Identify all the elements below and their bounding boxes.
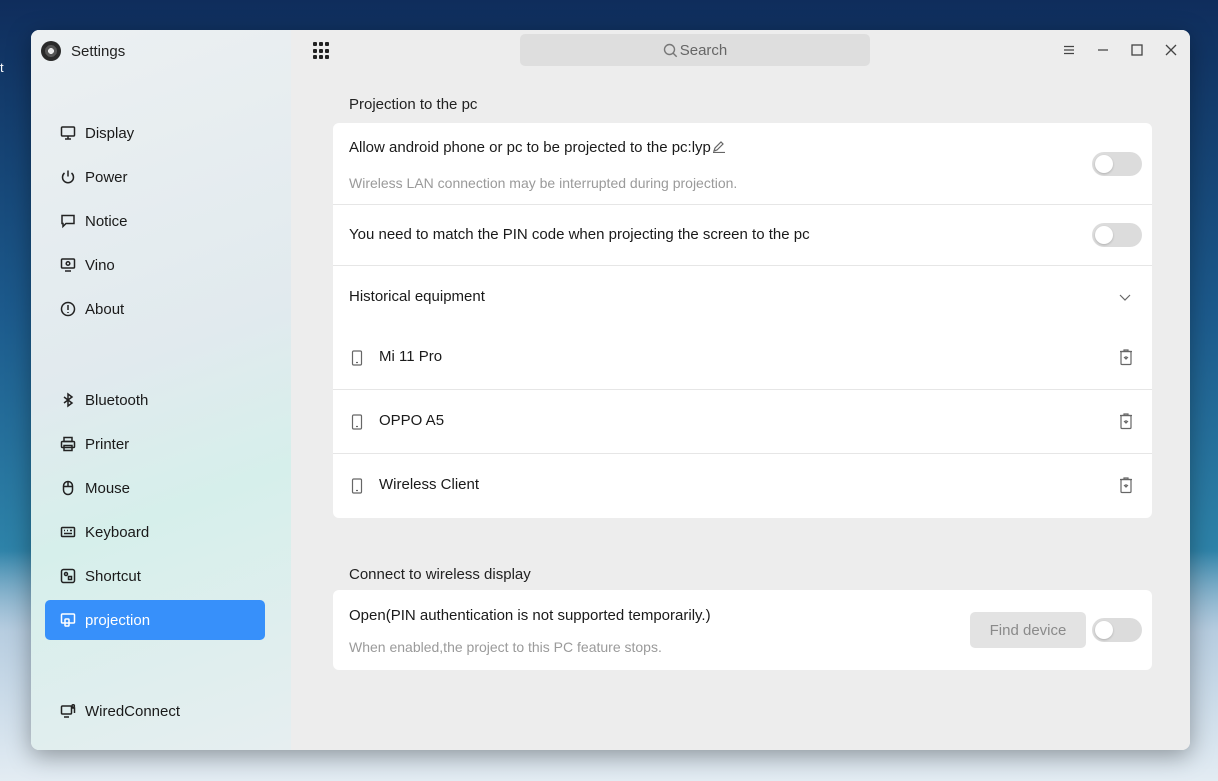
- trash-icon[interactable]: [1118, 476, 1134, 494]
- search-input[interactable]: Search: [520, 34, 870, 66]
- sidebar-item-label: Display: [85, 124, 135, 142]
- sidebar-item-printer[interactable]: Printer: [45, 425, 265, 463]
- sidebar-item-about[interactable]: About: [45, 290, 265, 328]
- find-device-button[interactable]: Find device: [970, 612, 1086, 648]
- power-icon: [59, 168, 77, 186]
- sidebar-item-label: Notice: [85, 212, 128, 230]
- sidebar-item-label: Power: [85, 168, 128, 186]
- sidebar-item-label: Bluetooth: [85, 391, 149, 409]
- wireless-open-hint: When enabled,the project to this PC feat…: [349, 639, 662, 655]
- mouse-icon: [59, 479, 77, 497]
- edit-pen-icon[interactable]: [712, 140, 726, 157]
- sidebar-item-label: Shortcut: [85, 567, 141, 585]
- pin-match-row: You need to match the PIN code when proj…: [333, 205, 1152, 265]
- sidebar-item-display[interactable]: Display: [45, 114, 265, 152]
- sidebar-item-shortcut[interactable]: Shortcut: [45, 557, 265, 595]
- sidebar-item-label: About: [85, 300, 125, 318]
- device-name: Mi 11 Pro: [379, 348, 443, 365]
- bluetooth-icon: [59, 391, 77, 409]
- sidebar-item-keyboard[interactable]: Keyboard: [45, 513, 265, 551]
- sidebar-item-label: Mouse: [85, 479, 131, 497]
- projection-card: Allow android phone or pc to be projecte…: [333, 123, 1152, 518]
- trash-icon[interactable]: [1118, 348, 1134, 366]
- close-icon[interactable]: [1161, 40, 1181, 60]
- settings-window: Settings Display Power Notice Vino About…: [31, 30, 1190, 750]
- trash-icon[interactable]: [1118, 412, 1134, 430]
- allow-projection-row: Allow android phone or pc to be projecte…: [333, 123, 1152, 204]
- menu-icon[interactable]: [1059, 40, 1079, 60]
- sidebar-item-vino[interactable]: Vino: [45, 246, 265, 284]
- printer-icon: [59, 435, 77, 453]
- monitor-icon: [59, 124, 77, 142]
- maximize-icon[interactable]: [1127, 40, 1147, 60]
- vino-icon: [59, 256, 77, 274]
- allow-projection-label: Allow android phone or pc to be projecte…: [349, 139, 726, 157]
- historical-equipment-label: Historical equipment: [349, 288, 485, 305]
- search-icon: [663, 43, 677, 57]
- settings-gear-icon: [41, 41, 61, 61]
- sidebar-item-notice[interactable]: Notice: [45, 202, 265, 240]
- sidebar-item-label: projection: [85, 611, 151, 629]
- projection-section-title: Projection to the pc: [349, 96, 478, 113]
- wireless-card: Open(PIN authentication is not supported…: [333, 590, 1152, 670]
- keyboard-icon: [59, 523, 77, 541]
- sidebar-item-label: Keyboard: [85, 523, 150, 541]
- notice-icon: [59, 212, 77, 230]
- info-icon: [59, 300, 77, 318]
- sidebar: Settings Display Power Notice Vino About…: [31, 30, 291, 750]
- pin-match-toggle[interactable]: [1092, 223, 1142, 247]
- sidebar-item-projection[interactable]: projection: [45, 600, 265, 640]
- wireless-open-row: Open(PIN authentication is not supported…: [333, 590, 1152, 670]
- sidebar-item-label: Printer: [85, 435, 130, 453]
- main-content: Search Projection to the pc Allow androi…: [291, 30, 1190, 750]
- minimize-icon[interactable]: [1093, 40, 1113, 60]
- search-placeholder: Search: [679, 41, 728, 59]
- wireless-section-title: Connect to wireless display: [349, 566, 531, 583]
- sidebar-item-label: Vino: [85, 256, 115, 274]
- app-grid-icon[interactable]: [313, 42, 331, 60]
- wireless-open-label: Open(PIN authentication is not supported…: [349, 607, 711, 624]
- sidebar-item-wiredconnect[interactable]: WiredConnect: [45, 692, 265, 730]
- device-row: Wireless Client: [333, 454, 1152, 517]
- app-title: Settings: [71, 42, 126, 60]
- app-header: Settings: [41, 40, 125, 62]
- device-row: OPPO A5: [333, 390, 1152, 453]
- device-name: Wireless Client: [379, 476, 480, 493]
- sidebar-item-bluetooth[interactable]: Bluetooth: [45, 381, 265, 419]
- sidebar-item-label: WiredConnect: [85, 702, 181, 720]
- phone-icon: [351, 478, 363, 494]
- wired-connect-icon: [59, 702, 77, 720]
- wireless-open-toggle[interactable]: [1092, 618, 1142, 642]
- phone-icon: [351, 350, 363, 366]
- allow-projection-hint: Wireless LAN connection may be interrupt…: [349, 175, 738, 191]
- pin-match-label: You need to match the PIN code when proj…: [349, 226, 810, 243]
- device-row: Mi 11 Pro: [333, 326, 1152, 389]
- projection-icon: [59, 611, 77, 629]
- phone-icon: [351, 414, 363, 430]
- sidebar-item-mouse[interactable]: Mouse: [45, 469, 265, 507]
- sidebar-item-power[interactable]: Power: [45, 158, 265, 196]
- shortcut-icon: [59, 567, 77, 585]
- device-name: OPPO A5: [379, 412, 445, 429]
- desktop-edge-text: t: [0, 60, 4, 75]
- chevron-down-icon[interactable]: [1118, 290, 1132, 304]
- allow-projection-toggle[interactable]: [1092, 152, 1142, 176]
- historical-equipment-row[interactable]: Historical equipment: [333, 266, 1152, 326]
